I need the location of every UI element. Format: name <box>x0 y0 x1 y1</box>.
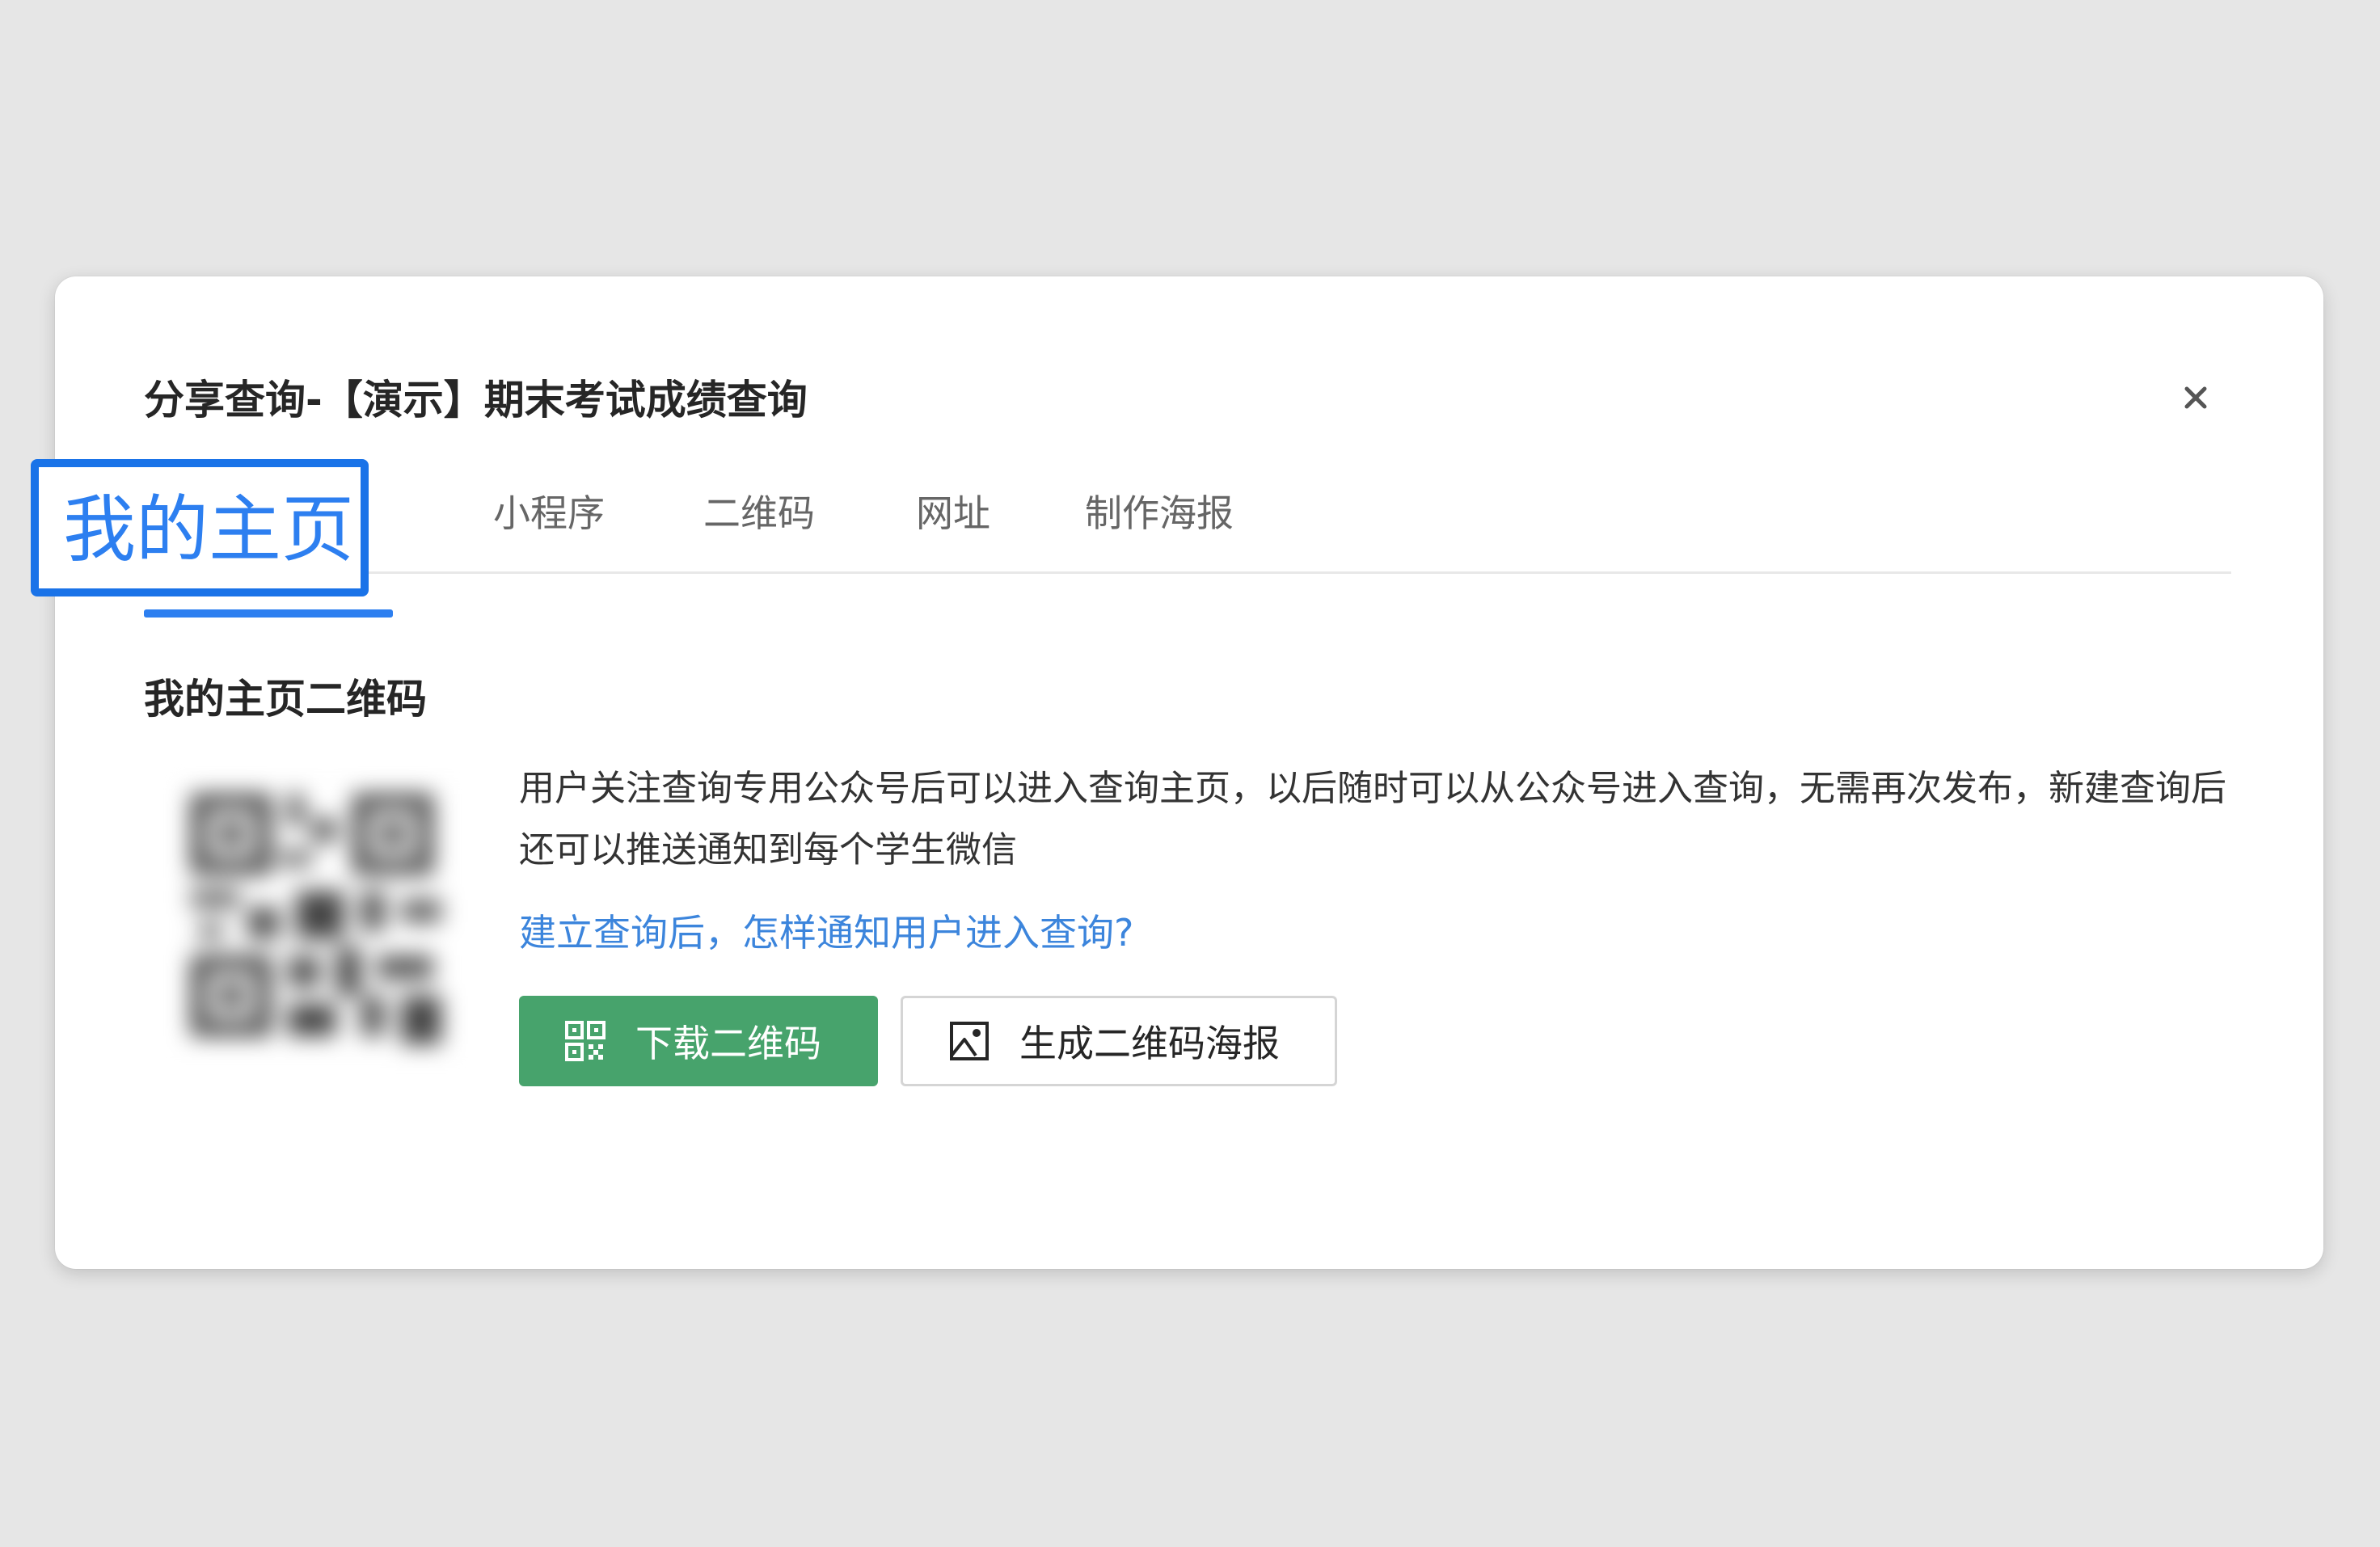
tab-label: 制作海报 <box>1085 491 1234 535</box>
close-button[interactable] <box>2171 373 2220 422</box>
qr-code-icon <box>564 1020 606 1062</box>
close-icon <box>2184 386 2207 409</box>
qr-description: 用户关注查询专用公众号后可以进入查询主页，以后随时可以从公众号进入查询，无需再次… <box>519 768 2226 870</box>
download-qr-label: 下载二维码 <box>635 1022 821 1065</box>
tab-label: 二维码 <box>703 491 815 535</box>
qr-code-image <box>158 761 482 1085</box>
section-title: 我的主页二维码 <box>144 676 427 723</box>
tab-my-homepage[interactable]: 我的主页 <box>31 459 369 596</box>
download-qr-button[interactable]: 下载二维码 <box>519 996 878 1086</box>
generate-poster-button[interactable]: 生成二维码海报 <box>901 996 1337 1086</box>
generate-poster-label: 生成二维码海报 <box>1019 1022 1280 1065</box>
image-icon <box>948 1020 990 1062</box>
active-tab-indicator <box>144 609 393 618</box>
share-dialog: 分享查询-【演示】期末考试成绩查询 小程序 二维码 网址 制作海报 我的主页二维… <box>55 276 2323 1269</box>
dialog-title: 分享查询-【演示】期末考试成绩查询 <box>144 377 808 424</box>
tab-bar: 小程序 二维码 网址 制作海报 <box>144 450 2231 574</box>
tab-label: 我的主页 <box>63 487 354 572</box>
help-link[interactable]: 建立查询后，怎样通知用户进入查询? <box>519 907 1133 959</box>
tab-label: 小程序 <box>493 491 605 535</box>
tab-label: 网址 <box>916 491 990 535</box>
